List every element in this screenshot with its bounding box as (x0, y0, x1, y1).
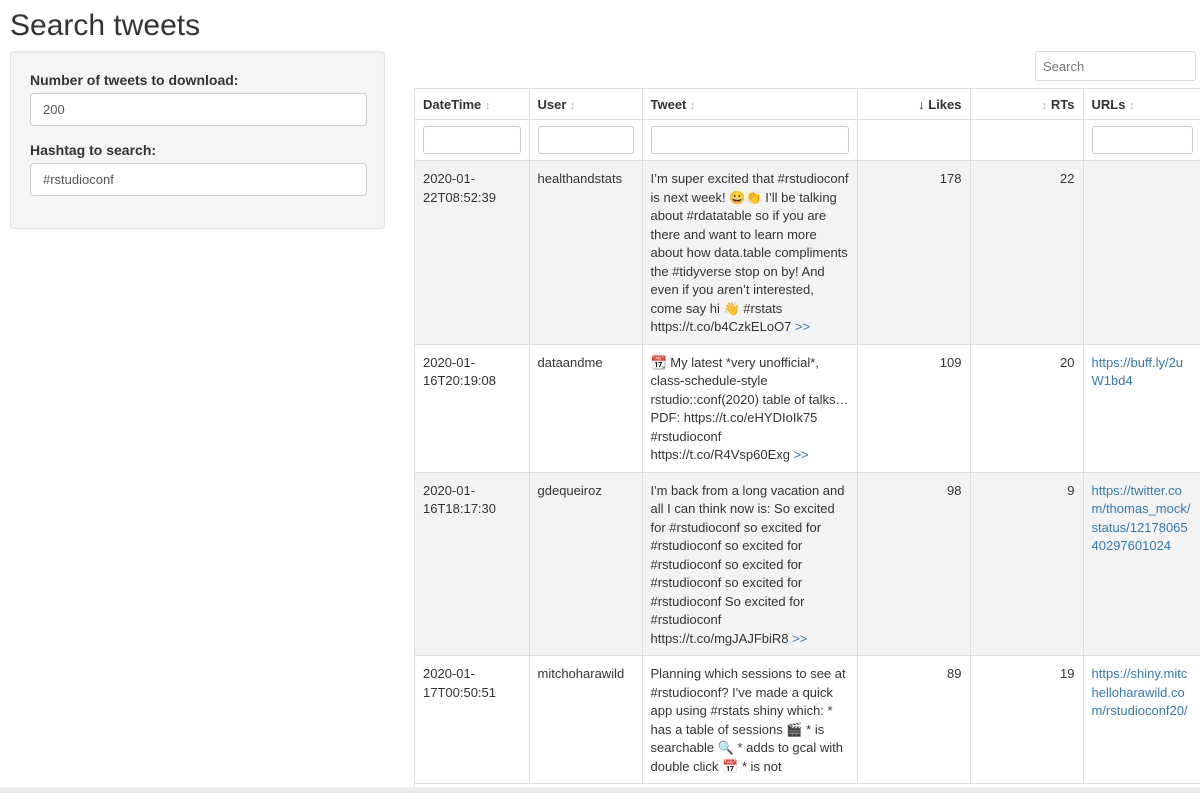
cell-user: mitchoharawild (529, 655, 643, 784)
tweet-text: 📆 My latest *very unofficial*, class-sch… (650, 354, 849, 463)
input-panel: Number of tweets to download: Hashtag to… (10, 51, 385, 229)
page-title: Search tweets (10, 9, 201, 42)
cell-datetime: 2020-01-22T08:52:39 (415, 160, 530, 345)
table-row: 2020-01-16T18:17:30 gdequeiroz I'm back fr… (415, 472, 1200, 656)
url-link[interactable]: https://buff.ly/2uW1bd4 (1092, 355, 1184, 389)
table-row: 2020-01-16T20:19:08 dataandme 📆 My latest … (415, 344, 1200, 473)
expand-tweet-link[interactable]: >> (792, 631, 807, 646)
cell-tweet: I’m super excited that #rstudioconf is n… (642, 160, 858, 345)
cell-tweet: 📆 My latest *very unofficial*, class-sch… (642, 344, 858, 473)
cell-urls: https://buff.ly/2uW1bd4 (1083, 344, 1200, 473)
cell-user: healthandstats (529, 160, 643, 345)
filter-row (415, 119, 1200, 161)
cell-likes: 98 (857, 472, 971, 656)
filter-urls-input[interactable] (1091, 126, 1193, 154)
cell-urls: https://twitter.com/thomas_mock/status/1… (1083, 472, 1200, 656)
column-header-tweet[interactable]: Tweet ↕ (642, 88, 858, 120)
sort-both-icon: ↕ (484, 99, 491, 112)
cell-urls (1083, 160, 1200, 345)
cell-rts: 20 (970, 344, 1084, 473)
sort-both-icon: ↕ (1129, 99, 1135, 112)
cell-rts: 9 (970, 472, 1084, 656)
sort-both-icon: ↕ (570, 99, 576, 112)
tweet-count-input[interactable] (30, 93, 367, 126)
column-header-rts[interactable]: ↕ RTs (970, 88, 1084, 120)
filter-tweet-input[interactable] (650, 126, 849, 154)
cell-urls: https://shiny.mitchelloharawild.com/rstu… (1083, 655, 1200, 784)
cell-likes: 89 (857, 655, 971, 784)
cell-datetime: 2020-01-16T20:19:08 (415, 344, 530, 473)
url-link[interactable]: https://twitter.com/thomas_mock/status/1… (1092, 483, 1191, 554)
window-bottom-edge (0, 787, 1200, 793)
cell-tweet: I'm back from a long vacation and all I … (642, 472, 858, 656)
cell-likes: 178 (857, 160, 971, 345)
filter-user-input[interactable] (537, 126, 634, 154)
tweets-table: DateTime ↕ User ↕ Tweet ↕ ↓ Likes ↕ RTs … (415, 88, 1200, 784)
table-search-input[interactable] (1035, 51, 1196, 81)
expand-tweet-link[interactable]: >> (795, 319, 810, 334)
column-header-likes[interactable]: ↓ Likes (857, 88, 971, 120)
cell-rts: 19 (970, 655, 1084, 784)
url-link[interactable]: https://shiny.mitchelloharawild.com/rstu… (1092, 666, 1188, 718)
sort-desc-icon: ↓ (918, 96, 925, 112)
cell-user: dataandme (529, 344, 643, 473)
tweet-text: I'm back from a long vacation and all I … (650, 482, 845, 646)
column-header-urls[interactable]: URLs ↕ (1083, 88, 1200, 120)
hashtag-input[interactable] (30, 163, 367, 196)
sort-both-icon: ↕ (1041, 99, 1048, 112)
hashtag-label: Hashtag to search: (30, 142, 157, 158)
column-header-user[interactable]: User ↕ (529, 88, 643, 120)
tweet-count-label: Number of tweets to download: (30, 72, 239, 88)
cell-datetime: 2020-01-16T18:17:30 (415, 472, 530, 656)
table-row: 2020-01-22T08:52:39 healthandstats I’m sup… (415, 160, 1200, 345)
table-row: 2020-01-17T00:50:51 mitchoharawild Plannin… (415, 655, 1200, 784)
cell-tweet: Planning which sessions to see at #rstud… (642, 655, 858, 784)
tweets-table-container: DateTime ↕ User ↕ Tweet ↕ ↓ Likes ↕ RTs … (414, 88, 1200, 793)
cell-likes: 109 (857, 344, 971, 473)
cell-rts: 22 (970, 160, 1084, 345)
column-header-datetime[interactable]: DateTime ↕ (415, 88, 530, 120)
tweet-text: Planning which sessions to see at #rstud… (650, 666, 846, 774)
tweet-text: I’m super excited that #rstudioconf is n… (650, 171, 849, 334)
expand-tweet-link[interactable]: >> (794, 447, 809, 462)
cell-user: gdequeiroz (529, 472, 643, 656)
filter-datetime-input[interactable] (423, 126, 521, 154)
sort-both-icon: ↕ (690, 99, 696, 112)
cell-datetime: 2020-01-17T00:50:51 (415, 655, 530, 784)
